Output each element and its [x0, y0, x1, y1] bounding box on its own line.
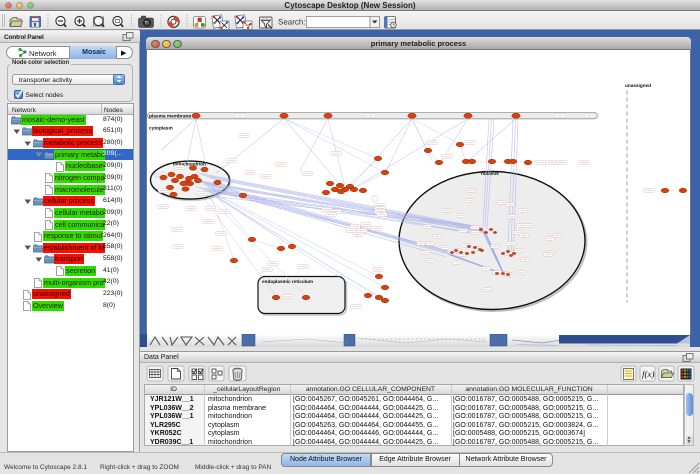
- svg-text:plasma membrane: plasma membrane: [149, 113, 191, 119]
- svg-text:f(x): f(x): [642, 369, 655, 379]
- svg-text:Search:: Search:: [278, 18, 306, 27]
- svg-text:nucleus: nucleus: [481, 171, 499, 176]
- svg-text:unassigned: unassigned: [625, 83, 651, 88]
- svg-text:cytoplasm: cytoplasm: [149, 125, 173, 131]
- svg-text:endoplasmic reticulum: endoplasmic reticulum: [262, 279, 313, 284]
